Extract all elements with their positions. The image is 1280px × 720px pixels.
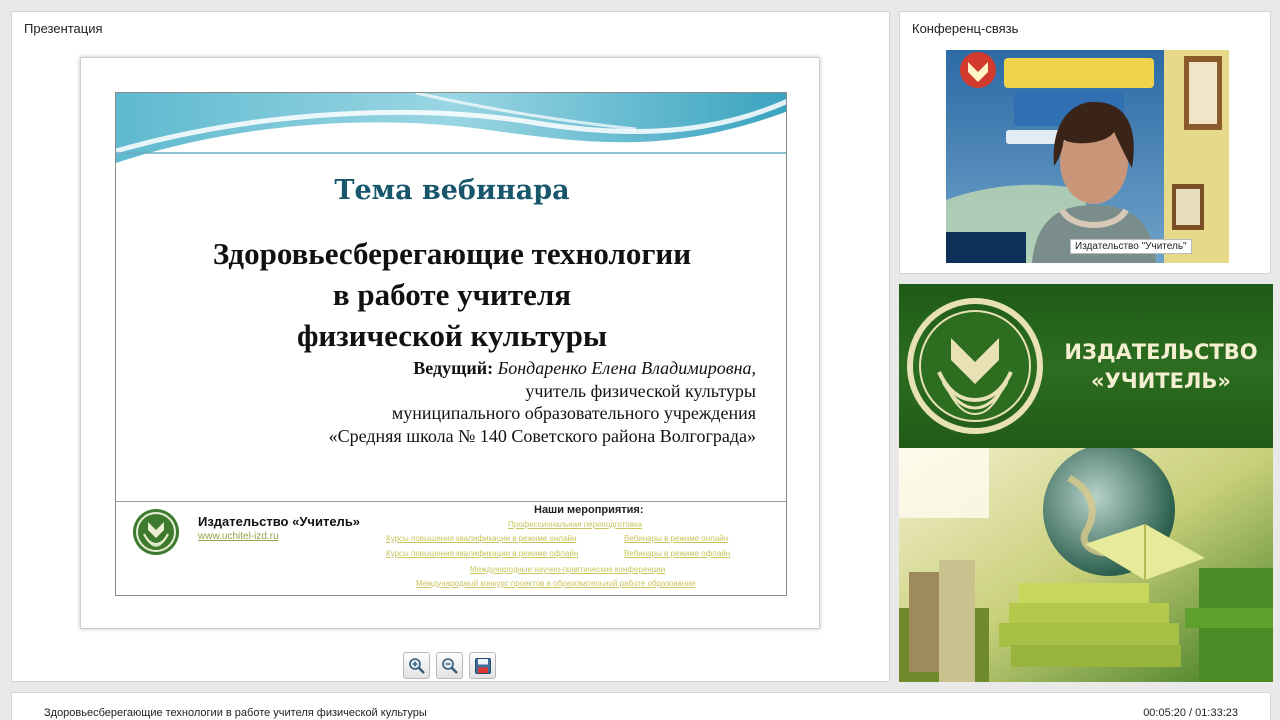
event-link: Вебинары в режиме офлайн (624, 549, 731, 558)
events-heading: Наши мероприятия: (534, 504, 644, 516)
slide-topic: Тема вебинара (334, 175, 570, 206)
floppy-disk-icon (474, 657, 491, 674)
slide: Тема вебинара Здоровьесберегающие технол… (115, 92, 787, 596)
event-link: Вебинары в режиме онлайн (624, 534, 729, 543)
zoom-out-button[interactable] (436, 652, 463, 679)
event-link: Профессиональная переподготовка (508, 520, 643, 529)
slide-presenter-info: Ведущий: Бондаренко Елена Владимировна, … (156, 357, 756, 447)
zoom-in-icon (408, 657, 425, 674)
books-globe-image (899, 448, 1273, 682)
banner-publisher-name: ИЗДАТЕЛЬСТВО «УЧИТЕЛЬ» (1057, 338, 1265, 396)
slide-heading: Здоровьесберегающие технологии в работе … (146, 233, 758, 356)
banner-top: ИЗДАТЕЛЬСТВО «УЧИТЕЛЬ» (899, 284, 1273, 448)
presenter-name: Бондаренко Елена Владимировна, (497, 358, 756, 378)
presenter-line: учитель физической культуры (525, 380, 756, 401)
webinar-title: Здоровьесберегающие технологии в работе … (44, 707, 427, 719)
slide-publisher-site: www.uchitel-izd.ru (198, 531, 279, 542)
banner-name-line: ИЗДАТЕЛЬСТВО (1064, 340, 1258, 364)
status-footer: Здоровьесберегающие технологии в работе … (11, 692, 1271, 720)
event-link: Курсы повышения квалификации в режиме оф… (386, 549, 579, 558)
publisher-banner: ИЗДАТЕЛЬСТВО «УЧИТЕЛЬ» (899, 284, 1273, 682)
slide-header-wave (116, 93, 786, 165)
conference-panel: Конференц-связь Издательство "Учитель" (899, 11, 1271, 274)
presentation-panel: Презентация Тема вебинара Здоровьесберег… (11, 11, 890, 682)
video-frame (946, 50, 1229, 263)
publisher-emblem-icon (907, 298, 1043, 434)
save-button[interactable] (469, 652, 496, 679)
presenter-line: «Средняя школа № 140 Советского района В… (328, 425, 756, 446)
presentation-panel-title: Презентация (24, 21, 103, 36)
video-feed[interactable]: Издательство "Учитель" (946, 50, 1229, 263)
banner-name-line: «УЧИТЕЛЬ» (1091, 369, 1231, 393)
publisher-logo-icon (133, 509, 179, 555)
zoom-out-icon (441, 657, 458, 674)
video-participant-badge: Издательство "Учитель" (1070, 239, 1192, 254)
event-link: Курсы повышения квалификации в режиме он… (386, 534, 577, 543)
zoom-in-button[interactable] (403, 652, 430, 679)
presenter-line: муниципального образовательного учрежден… (391, 403, 756, 423)
event-link: Международный конкурс проектов в образов… (416, 579, 696, 588)
presenter-label: Ведущий: (413, 358, 494, 378)
slide-heading-line: в работе учителя (332, 277, 572, 312)
event-link: Международные научно-практические конфер… (470, 565, 666, 574)
playback-time: 00:05:20 / 01:33:23 (1143, 707, 1238, 719)
slide-divider (116, 501, 786, 502)
conference-panel-title: Конференц-связь (912, 21, 1019, 36)
slide-frame: Тема вебинара Здоровьесберегающие технол… (80, 57, 820, 629)
slide-publisher-name: Издательство «Учитель» (198, 514, 361, 529)
slide-heading-line: Здоровьесберегающие технологии (212, 236, 692, 271)
slide-heading-line: физической культуры (296, 318, 608, 353)
